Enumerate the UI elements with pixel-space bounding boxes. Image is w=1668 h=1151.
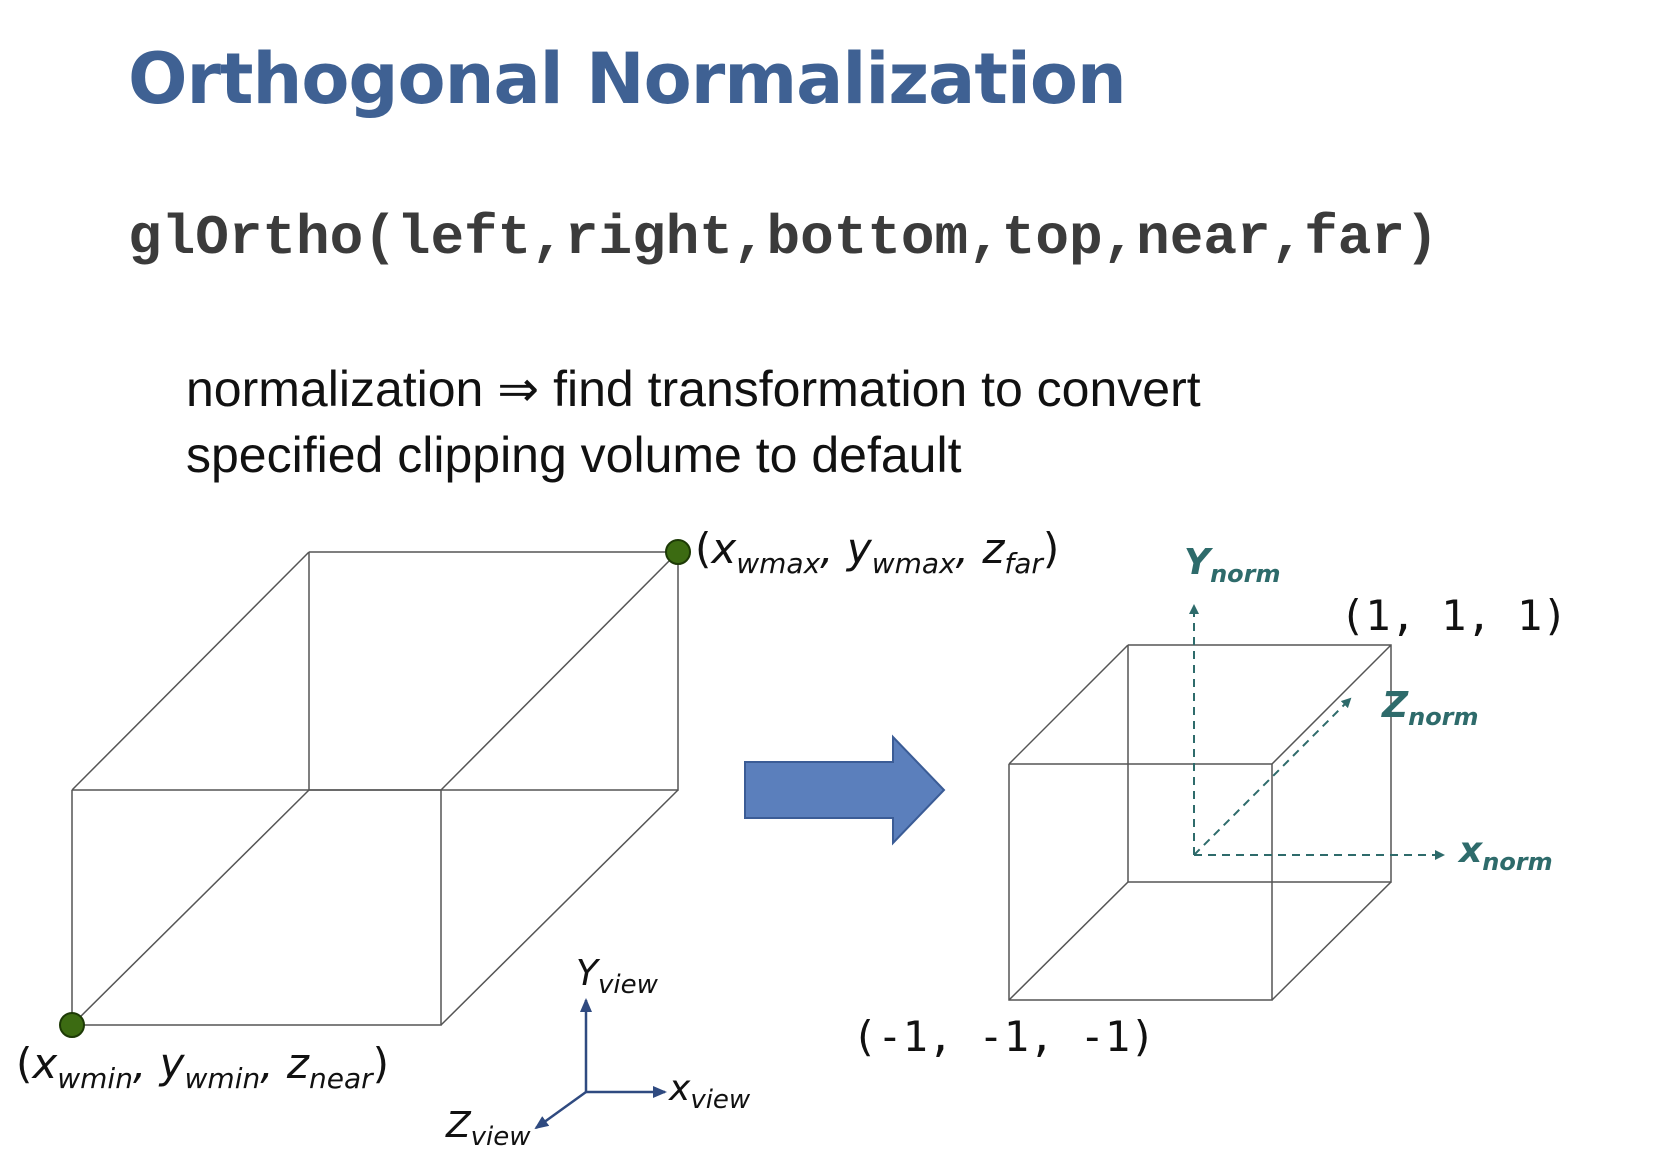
corner-point-min — [59, 1012, 85, 1038]
cube-min-label: (-1, -1, -1) — [852, 1012, 1155, 1061]
box-front-face — [71, 789, 442, 1026]
norm-x-label: xnorm — [1457, 830, 1553, 876]
box-edge — [71, 551, 310, 791]
cube-edge — [1008, 881, 1129, 1001]
norm-y-label: Ynorm — [1184, 542, 1281, 588]
cube-edge — [1008, 644, 1129, 765]
cube-max-label: (1, 1, 1) — [1340, 591, 1568, 640]
view-y-label: Yview — [576, 953, 659, 1000]
norm-z-label: Znorm — [1381, 685, 1479, 731]
cube-edge — [1271, 644, 1392, 765]
view-x-label: xview — [668, 1068, 751, 1115]
view-z-label: Zview — [445, 1105, 531, 1151]
box-edge — [440, 551, 679, 791]
cube-edge — [1271, 881, 1392, 1001]
normalization-diagram: (xwmax, ywmax, zfar) (xwmin, ywmin, znea… — [16, 524, 1568, 1151]
box-back-face — [308, 551, 679, 791]
transform-arrow — [744, 734, 946, 846]
corner-min-label: (xwmin, ywmin, znear) — [16, 1039, 389, 1095]
corner-max-label: (xwmax, ywmax, zfar) — [695, 524, 1059, 580]
box-edge — [71, 789, 310, 1026]
normalized-cube — [1008, 644, 1392, 1001]
view-z-axis — [534, 1090, 587, 1130]
view-axes — [534, 998, 667, 1130]
corner-point-max — [665, 539, 691, 565]
norm-axes — [1189, 604, 1445, 860]
